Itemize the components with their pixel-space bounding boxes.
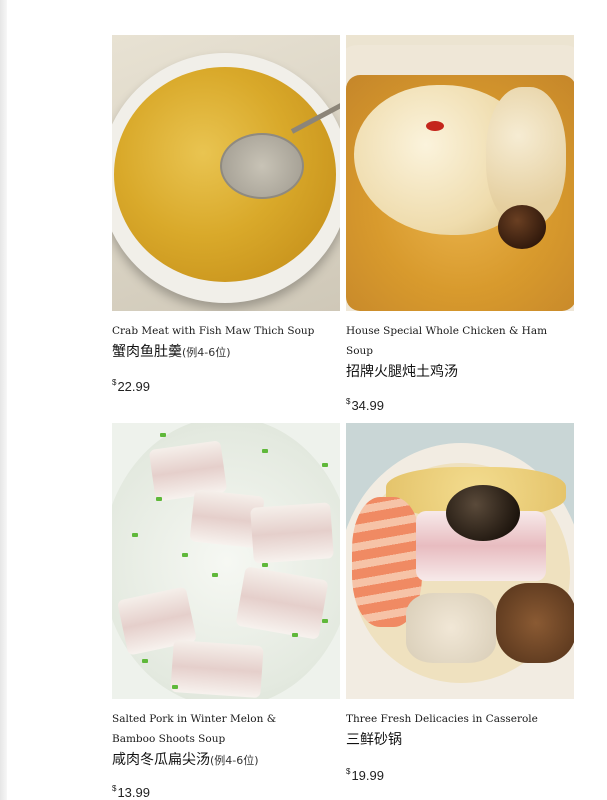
currency-symbol: $	[112, 784, 117, 793]
menu-item-chicken-ham-soup[interactable]: House Special Whole Chicken & Ham Soup 招…	[346, 35, 574, 413]
menu-item-crab-fish-maw-soup[interactable]: Crab Meat with Fish Maw Thich Soup 蟹肉鱼肚羹…	[112, 35, 340, 394]
dish-price: $34.99	[346, 397, 384, 413]
dish-photo-casserole	[346, 423, 574, 699]
dish-name-english: Salted Pork in Winter Melon & Bamboo Shoo…	[112, 713, 277, 745]
serving-note: (例4-6位)	[210, 754, 259, 767]
dish-photo-pork-melon-soup	[112, 423, 340, 699]
menu-item-salted-pork-melon-soup[interactable]: Salted Pork in Winter Melon & Bamboo Shoo…	[112, 423, 340, 800]
dish-photo-crab-soup	[112, 35, 340, 311]
dish-name-chinese: 蟹肉鱼肚羹(例4-6位)	[112, 344, 231, 360]
dish-name-chinese: 三鲜砂锅	[346, 732, 402, 748]
serving-note: (例4-6位)	[182, 346, 231, 359]
page-edge-shadow	[0, 0, 7, 800]
dish-name-english: Crab Meat with Fish Maw Thich Soup	[112, 325, 315, 337]
dish-price: $19.99	[346, 767, 384, 783]
dish-name-chinese: 招牌火腿炖土鸡汤	[346, 364, 458, 380]
dish-name-english: Three Fresh Delicacies in Casserole	[346, 713, 538, 725]
currency-symbol: $	[112, 378, 117, 387]
dish-price: $22.99	[112, 378, 150, 394]
dish-name-english: House Special Whole Chicken & Ham Soup	[346, 325, 548, 357]
dish-photo-chicken-soup	[346, 35, 574, 311]
currency-symbol: $	[346, 397, 351, 406]
dish-name-chinese: 咸肉冬瓜扁尖汤(例4-6位)	[112, 752, 259, 768]
menu-item-three-fresh-casserole[interactable]: Three Fresh Delicacies in Casserole 三鲜砂锅…	[346, 423, 574, 783]
dish-price: $13.99	[112, 784, 150, 800]
currency-symbol: $	[346, 767, 351, 776]
